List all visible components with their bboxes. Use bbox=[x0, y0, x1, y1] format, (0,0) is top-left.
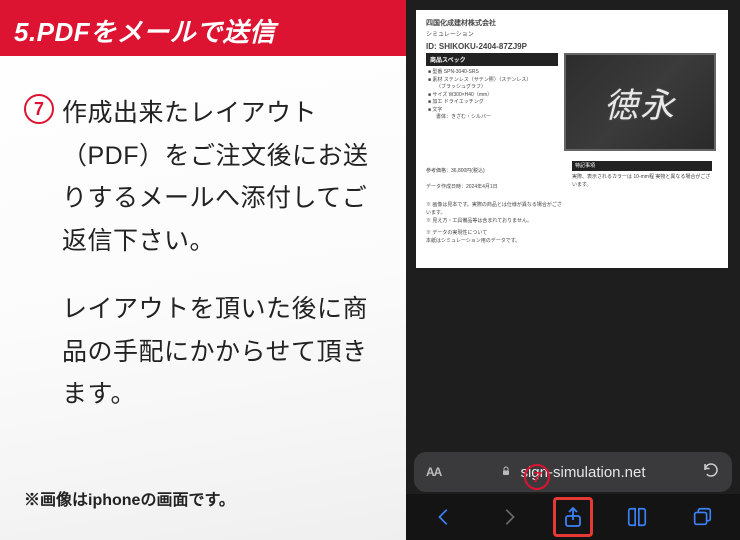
step-paragraph-1: 作成出来たレイアウト（PDF）をご注文後にお送りするメールへ添付してご返信下さい… bbox=[62, 92, 382, 262]
bookmarks-button[interactable] bbox=[617, 497, 657, 537]
pdf-company: 四国化成建材株式会社 bbox=[426, 18, 718, 28]
footnote: ※画像はiphoneの画面です。 bbox=[24, 486, 235, 510]
pdf-disclaimer: ※ 見え方・工具備品等は含まれておりません。 bbox=[426, 217, 566, 225]
url-text: sign-simulation.net bbox=[520, 464, 645, 481]
section-title: 5.PDFをメールで送信 bbox=[0, 0, 406, 56]
share-icon bbox=[561, 505, 585, 529]
step-paragraph-2: レイアウトを頂いた後に商品の手配にかからせて頂きます。 bbox=[62, 288, 382, 416]
forward-button[interactable] bbox=[489, 497, 529, 537]
browser-toolbar bbox=[406, 494, 740, 540]
pdf-disclaimer: ※ 画像は見本です。実際の商品とは仕様が異なる場合がございます。 bbox=[426, 201, 566, 217]
pdf-id: ID: SHIKOKU-2404-87ZJ9P bbox=[426, 42, 718, 51]
share-button[interactable] bbox=[553, 497, 593, 537]
text-size-button[interactable]: AA bbox=[426, 465, 441, 479]
pdf-spec-line: 文字 bbox=[428, 107, 556, 115]
phone-screenshot: 四国化成建材株式会社 シミュレーション ID: SHIKOKU-2404-87Z… bbox=[406, 0, 740, 540]
pdf-notes-heading: 特記事項 bbox=[572, 161, 712, 171]
book-icon bbox=[626, 506, 648, 528]
pdf-disclaimer: 本紙はシミュレーション用のデータです。 bbox=[426, 237, 566, 245]
pdf-notes-body: 実際、表示されるカラーは 10-mm程 実物と異なる場合がございます。 bbox=[572, 173, 712, 189]
instruction-body: 7 作成出来たレイアウト（PDF）をご注文後にお送りするメールへ添付してご返信下… bbox=[0, 56, 406, 416]
tabs-icon bbox=[691, 506, 713, 528]
pdf-spec-heading: 商品スペック bbox=[426, 53, 558, 66]
aa-icon: AA bbox=[426, 465, 441, 479]
pdf-preview[interactable]: 四国化成建材株式会社 シミュレーション ID: SHIKOKU-2404-87Z… bbox=[416, 10, 728, 268]
pdf-spec-line: サイズ W300×H40（mm） bbox=[428, 92, 556, 100]
pdf-disclaimer: ※ データの実現性について bbox=[426, 229, 566, 237]
pdf-spec-line: 型番 SPN-3040-SRS bbox=[428, 69, 556, 77]
step-number-badge: 7 bbox=[24, 94, 54, 124]
pdf-price: 参考価格：36,800円(税込) bbox=[426, 167, 566, 175]
step-text: 作成出来たレイアウト（PDF）をご注文後にお送りするメールへ添付してご返信下さい… bbox=[62, 92, 382, 416]
back-button[interactable] bbox=[424, 497, 464, 537]
tabs-button[interactable] bbox=[682, 497, 722, 537]
pdf-subtitle: シミュレーション bbox=[426, 29, 718, 38]
pdf-spec-list: 型番 SPN-3040-SRS 素材 ステンレス（サテン照）（ステンレス） （ブ… bbox=[426, 66, 558, 125]
pdf-date: データ作成日時：2024年4月1日 bbox=[426, 183, 566, 191]
pdf-spec-line: 素材 ステンレス（サテン照）（ステンレス） bbox=[428, 77, 556, 85]
reload-button[interactable] bbox=[702, 461, 720, 483]
pdf-nameplate-text: 徳永 bbox=[604, 78, 676, 127]
pdf-spec-line: 加工 ドライエッチング bbox=[428, 99, 556, 107]
pdf-spec-line: （ブラッシュグラフ） bbox=[428, 84, 556, 92]
pdf-spec-line: 書体：きざむ・シルバー bbox=[428, 114, 556, 122]
lock-icon bbox=[500, 464, 516, 481]
browser-url-bar[interactable]: AA sign-simulation.net bbox=[414, 452, 732, 492]
pdf-nameplate-preview: 徳永 bbox=[564, 53, 716, 151]
instruction-panel: 5.PDFをメールで送信 7 作成出来たレイアウト（PDF）をご注文後にお送りす… bbox=[0, 0, 406, 540]
